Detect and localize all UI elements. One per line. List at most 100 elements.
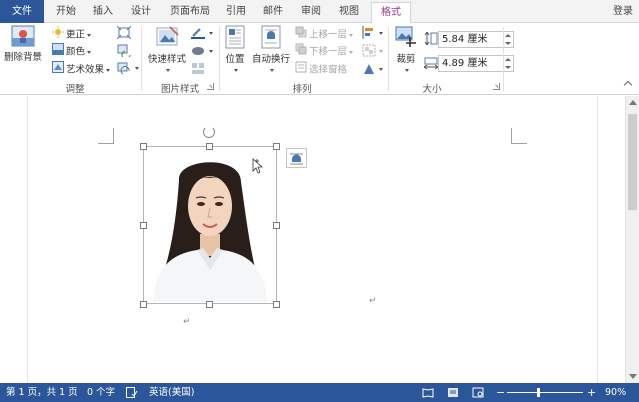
tab-home[interactable]: 开始 [52, 0, 80, 23]
quick-styles-icon [154, 25, 180, 49]
picture-styles-group-label: 图片样式 [160, 84, 199, 95]
crop-icon [394, 25, 418, 49]
tab-file[interactable]: 文件 [0, 0, 44, 23]
tab-page-layout[interactable]: 页面布局 [166, 0, 214, 23]
right-margin [597, 96, 625, 383]
shape-width-icon [423, 57, 439, 70]
page-count[interactable]: 第 1 页，共 1 页 [6, 383, 78, 402]
selection-pane-icon [295, 61, 307, 79]
size-dialog-launcher[interactable] [493, 83, 500, 90]
quick-styles-button[interactable]: 快速样式 [145, 25, 189, 76]
web-layout-icon[interactable] [472, 383, 484, 402]
tab-review[interactable]: 审阅 [297, 0, 325, 23]
size-group-label: 大小 [422, 84, 442, 95]
document-canvas[interactable]: ↵ ↵ [0, 96, 639, 383]
sun-icon [52, 26, 64, 44]
margin-corner-top-right [511, 128, 527, 144]
resize-handle-top-right[interactable] [273, 143, 280, 150]
quick-styles-label: 快速样式 [147, 54, 186, 65]
proofing-icon[interactable] [126, 383, 138, 402]
arrange-group-label: 排列 [292, 84, 312, 95]
width-spinner-arrows[interactable] [505, 57, 511, 70]
resize-handle-top-left[interactable] [140, 143, 147, 150]
adjust-group-label: 调整 [65, 84, 85, 95]
artistic-effects-label: 艺术效果 [66, 64, 105, 76]
crop-label: 裁剪 [396, 54, 416, 65]
scroll-down-arrow-icon[interactable] [629, 374, 637, 379]
artistic-effects-icon [52, 61, 64, 79]
word-count[interactable]: 0 个字 [87, 383, 115, 402]
align-icon[interactable] [362, 26, 376, 39]
shape-height-icon [424, 31, 438, 46]
scroll-up-arrow-icon[interactable] [629, 100, 637, 105]
corrections-label: 更正 [66, 29, 86, 41]
ribbon-format: 删除背景 更正 颜色 艺术效果 调整 快速样式 图片样式 位置 自动换行 上移一… [0, 23, 639, 95]
selection-pane-label: 选择窗格 [309, 64, 348, 76]
height-spinner-arrows[interactable] [505, 33, 511, 46]
tab-format[interactable]: 格式 [371, 2, 411, 24]
picture-effects-icon[interactable] [191, 44, 205, 57]
layout-options-button[interactable] [286, 148, 307, 168]
resize-handle-left[interactable] [140, 222, 147, 229]
picture-styles-dialog-launcher[interactable] [207, 83, 214, 90]
read-mode-icon[interactable] [422, 383, 434, 402]
left-margin [0, 96, 28, 383]
position-icon [225, 25, 245, 49]
color-button[interactable]: 颜色 [52, 43, 92, 61]
tab-insert[interactable]: 插入 [89, 0, 117, 23]
bring-forward-button[interactable]: 上移一层 [295, 26, 354, 44]
zoom-slider[interactable] [507, 392, 583, 393]
rotate-handle-icon[interactable] [203, 126, 215, 138]
collapse-ribbon-icon[interactable] [623, 80, 633, 90]
position-button[interactable]: 位置 [222, 25, 248, 76]
change-picture-icon[interactable] [117, 44, 131, 60]
crop-button[interactable]: 裁剪 [392, 25, 420, 76]
resize-handle-bottom[interactable] [206, 301, 213, 308]
sign-in-link[interactable]: 登录 [613, 0, 633, 23]
remove-background-icon [11, 25, 35, 47]
rotate-icon[interactable] [362, 62, 376, 75]
tab-references[interactable]: 引用 [222, 0, 250, 23]
remove-background-button[interactable]: 删除背景 [2, 25, 44, 63]
status-bar: 第 1 页，共 1 页 0 个字 英语(美国) − + 90% [0, 383, 639, 402]
zoom-in-icon[interactable]: + [587, 383, 596, 402]
send-backward-icon [295, 43, 307, 61]
zoom-out-icon[interactable]: − [496, 383, 505, 402]
language-indicator[interactable]: 英语(美国) [149, 383, 194, 402]
group-icon[interactable] [362, 44, 376, 57]
wrap-text-button[interactable]: 自动换行 [251, 25, 291, 76]
scroll-thumb[interactable] [628, 114, 637, 210]
vertical-scrollbar[interactable] [625, 96, 639, 383]
zoom-slider-thumb[interactable] [537, 388, 540, 397]
paragraph-mark-2: ↵ [369, 296, 377, 306]
tab-design[interactable]: 设计 [127, 0, 155, 23]
move-cursor-icon [248, 158, 264, 176]
resize-handle-bottom-left[interactable] [140, 301, 147, 308]
picture-border-icon[interactable] [191, 26, 205, 39]
tab-mailings[interactable]: 邮件 [259, 0, 287, 23]
reset-picture-icon[interactable] [117, 62, 131, 75]
paragraph-mark: ↵ [183, 317, 191, 327]
print-layout-icon[interactable] [447, 383, 459, 402]
corrections-button[interactable]: 更正 [52, 26, 92, 44]
color-label: 颜色 [66, 46, 86, 58]
zoom-level[interactable]: 90% [605, 383, 626, 402]
ribbon-tab-bar: 文件 开始 插入 设计 页面布局 引用 邮件 审阅 视图 格式 登录 [0, 0, 639, 24]
selection-pane-button[interactable]: 选择窗格 [295, 61, 347, 77]
compress-pictures-icon[interactable] [116, 25, 132, 40]
tab-view[interactable]: 视图 [335, 0, 363, 23]
send-backward-label: 下移一层 [309, 46, 348, 58]
artistic-effects-button[interactable]: 艺术效果 [52, 61, 111, 79]
bring-forward-label: 上移一层 [309, 29, 348, 41]
position-label: 位置 [225, 54, 245, 65]
resize-handle-top[interactable] [206, 143, 213, 150]
wrap-text-label: 自动换行 [251, 54, 290, 65]
resize-handle-bottom-right[interactable] [273, 301, 280, 308]
send-backward-button[interactable]: 下移一层 [295, 43, 354, 61]
resize-handle-right[interactable] [273, 222, 280, 229]
picture-layout-icon[interactable] [191, 62, 205, 75]
bring-forward-icon [295, 26, 307, 44]
picture-color-icon [52, 43, 64, 61]
remove-background-label: 删除背景 [3, 52, 42, 63]
layout-options-icon [290, 153, 303, 165]
